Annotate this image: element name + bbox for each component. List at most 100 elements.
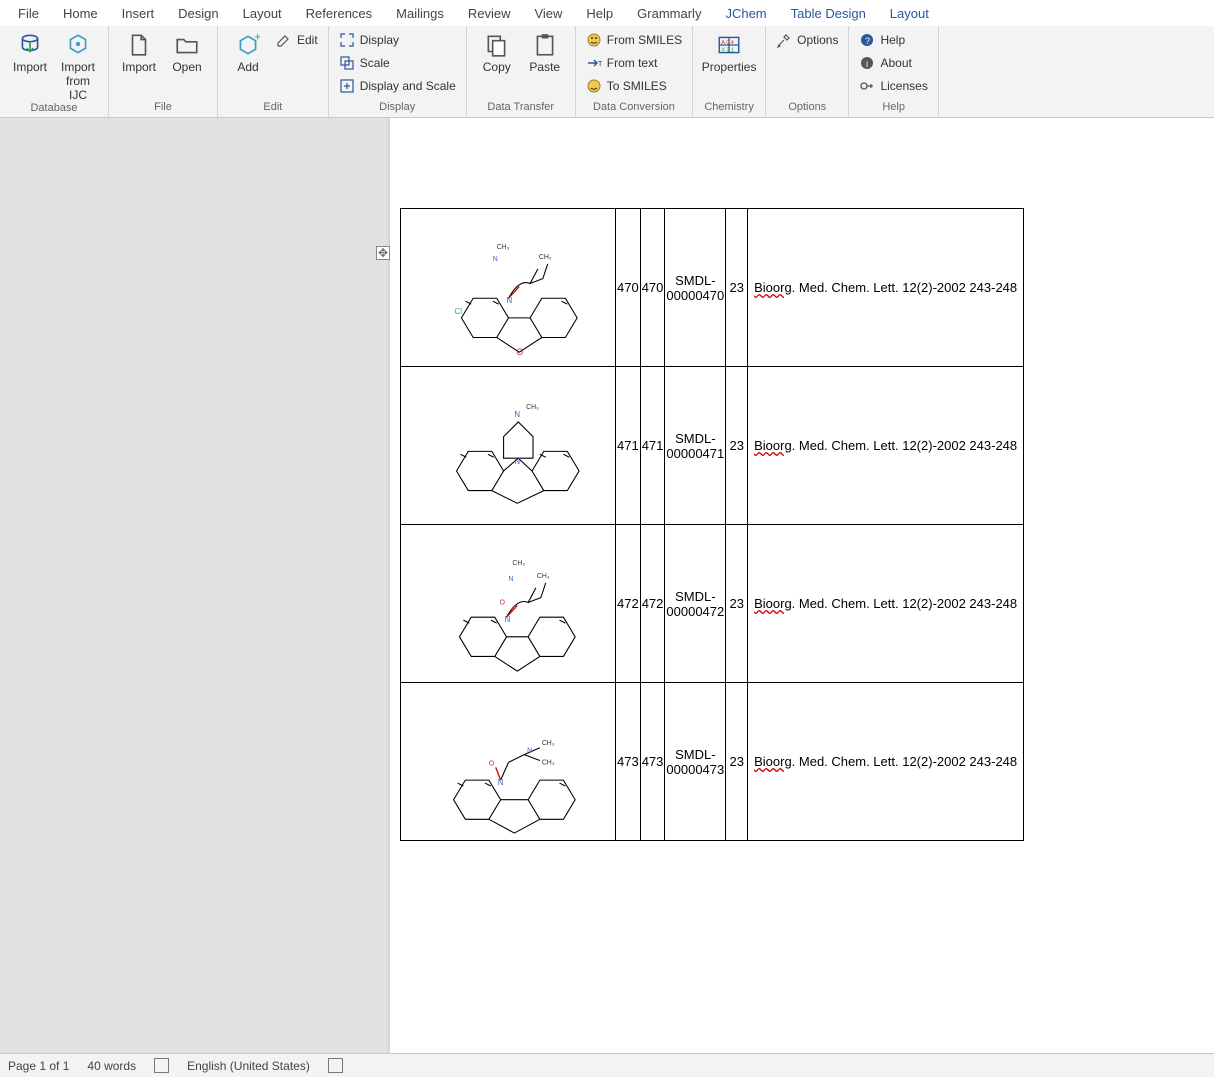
svg-text:+: + <box>255 32 261 44</box>
pencil-icon <box>276 32 292 48</box>
display-scale-icon <box>339 78 355 94</box>
group-display: Display Scale Display and Scale Display <box>329 26 467 117</box>
help-button[interactable]: ?Help <box>857 29 929 51</box>
tab-jchem[interactable]: JChem <box>713 2 778 25</box>
group-file: Import Open File <box>109 26 218 117</box>
col-reference[interactable]: Bioorg. Med. Chem. Lett. 12(2)-2002 243-… <box>748 209 1024 367</box>
col-num[interactable]: 23 <box>726 525 748 683</box>
col-id2[interactable]: 471 <box>640 367 665 525</box>
group-options: Options Options <box>766 26 849 117</box>
col-code[interactable]: SMDL-00000472 <box>665 525 726 683</box>
tab-table-design[interactable]: Table Design <box>779 2 878 25</box>
status-page[interactable]: Page 1 of 1 <box>8 1059 69 1073</box>
group-help: ?Help iAbout Licenses Help <box>849 26 938 117</box>
col-num[interactable]: 23 <box>726 367 748 525</box>
status-language[interactable]: English (United States) <box>187 1059 310 1073</box>
table-move-handle[interactable]: ✥ <box>376 246 390 260</box>
tab-home[interactable]: Home <box>51 2 110 25</box>
tab-mailings[interactable]: Mailings <box>384 2 456 25</box>
structure-cell[interactable] <box>401 367 616 525</box>
group-file-label: File <box>154 101 172 115</box>
tab-layout[interactable]: Layout <box>231 2 294 25</box>
chemistry-table[interactable]: 470470SMDL-0000047023Bioorg. Med. Chem. … <box>400 208 1024 841</box>
smile-to-icon <box>586 78 602 94</box>
col-reference[interactable]: Bioorg. Med. Chem. Lett. 12(2)-2002 243-… <box>748 683 1024 841</box>
copy-label: Copy <box>483 61 511 75</box>
col-num[interactable]: 23 <box>726 209 748 367</box>
col-code[interactable]: SMDL-00000471 <box>665 367 726 525</box>
open-label: Open <box>172 61 201 75</box>
add-molecule-icon: + <box>235 32 261 58</box>
table-row[interactable]: 470470SMDL-0000047023Bioorg. Med. Chem. … <box>401 209 1024 367</box>
col-id2[interactable]: 470 <box>640 209 665 367</box>
group-conversion-label: Data Conversion <box>593 101 675 115</box>
tab-references[interactable]: References <box>294 2 384 25</box>
col-id2[interactable]: 472 <box>640 525 665 683</box>
to-smiles-button[interactable]: To SMILES <box>584 75 684 97</box>
group-display-label: Display <box>379 101 415 115</box>
col-id1[interactable]: 473 <box>616 683 641 841</box>
copy-button[interactable]: Copy <box>475 29 519 75</box>
svg-text:?: ? <box>865 36 870 46</box>
tab-view[interactable]: View <box>522 2 574 25</box>
tab-insert[interactable]: Insert <box>110 2 167 25</box>
open-button[interactable]: Open <box>165 29 209 75</box>
macro-icon[interactable] <box>328 1058 343 1073</box>
properties-table-icon: A 0.4X 3.1 <box>716 32 742 58</box>
tab-help[interactable]: Help <box>574 2 625 25</box>
info-icon: i <box>859 55 875 71</box>
add-button[interactable]: + Add <box>226 29 270 75</box>
table-row[interactable]: 473473SMDL-0000047323Bioorg. Med. Chem. … <box>401 683 1024 841</box>
from-text-button[interactable]: TFrom text <box>584 52 684 74</box>
display-scale-button[interactable]: Display and Scale <box>337 75 458 97</box>
table-row[interactable]: 472472SMDL-0000047223Bioorg. Med. Chem. … <box>401 525 1024 683</box>
structure-cell[interactable] <box>401 209 616 367</box>
status-words[interactable]: 40 words <box>87 1059 136 1073</box>
expand-icon <box>339 32 355 48</box>
tab-file[interactable]: File <box>6 2 51 25</box>
structure-cell[interactable] <box>401 683 616 841</box>
document-area[interactable]: ✥ 470470SMDL-0000047023Bioorg. Med. Chem… <box>0 118 1214 1053</box>
col-code[interactable]: SMDL-00000473 <box>665 683 726 841</box>
import-ijc-button[interactable]: Import from IJC <box>56 29 100 102</box>
col-id1[interactable]: 472 <box>616 525 641 683</box>
col-reference[interactable]: Bioorg. Med. Chem. Lett. 12(2)-2002 243-… <box>748 367 1024 525</box>
tab-design[interactable]: Design <box>166 2 230 25</box>
paste-button[interactable]: Paste <box>523 29 567 75</box>
group-edit: + Add Edit Edit <box>218 26 329 117</box>
properties-button[interactable]: A 0.4X 3.1 Properties <box>701 29 757 75</box>
folder-open-icon <box>174 32 200 58</box>
options-button[interactable]: Options <box>774 29 840 51</box>
import-button[interactable]: Import <box>8 29 52 75</box>
svg-text:T: T <box>598 61 602 68</box>
status-bar: Page 1 of 1 40 words English (United Sta… <box>0 1053 1214 1077</box>
display-label: Display <box>360 33 399 47</box>
file-import-button[interactable]: Import <box>117 29 161 75</box>
group-transfer: Copy Paste Data Transfer <box>467 26 576 117</box>
tab-grammarly[interactable]: Grammarly <box>625 2 713 25</box>
group-chemistry: A 0.4X 3.1 Properties Chemistry <box>693 26 766 117</box>
col-id1[interactable]: 470 <box>616 209 641 367</box>
col-code[interactable]: SMDL-00000470 <box>665 209 726 367</box>
col-id2[interactable]: 473 <box>640 683 665 841</box>
scale-button[interactable]: Scale <box>337 52 458 74</box>
group-help-label: Help <box>882 101 905 115</box>
tab-layout-ctx[interactable]: Layout <box>878 2 941 25</box>
table-row[interactable]: 471471SMDL-0000047123Bioorg. Med. Chem. … <box>401 367 1024 525</box>
licenses-button[interactable]: Licenses <box>857 75 929 97</box>
col-id1[interactable]: 471 <box>616 367 641 525</box>
from-smiles-button[interactable]: From SMILES <box>584 29 684 51</box>
document-page: ✥ 470470SMDL-0000047023Bioorg. Med. Chem… <box>390 118 1214 1053</box>
display-button[interactable]: Display <box>337 29 458 51</box>
spellcheck-icon[interactable] <box>154 1058 169 1073</box>
edit-button[interactable]: Edit <box>274 29 320 51</box>
col-reference[interactable]: Bioorg. Med. Chem. Lett. 12(2)-2002 243-… <box>748 525 1024 683</box>
key-icon <box>859 78 875 94</box>
file-import-icon <box>126 32 152 58</box>
tab-review[interactable]: Review <box>456 2 523 25</box>
structure-cell[interactable] <box>401 525 616 683</box>
options-label: Options <box>797 33 838 47</box>
col-num[interactable]: 23 <box>726 683 748 841</box>
about-button[interactable]: iAbout <box>857 52 929 74</box>
group-options-label: Options <box>788 101 826 115</box>
